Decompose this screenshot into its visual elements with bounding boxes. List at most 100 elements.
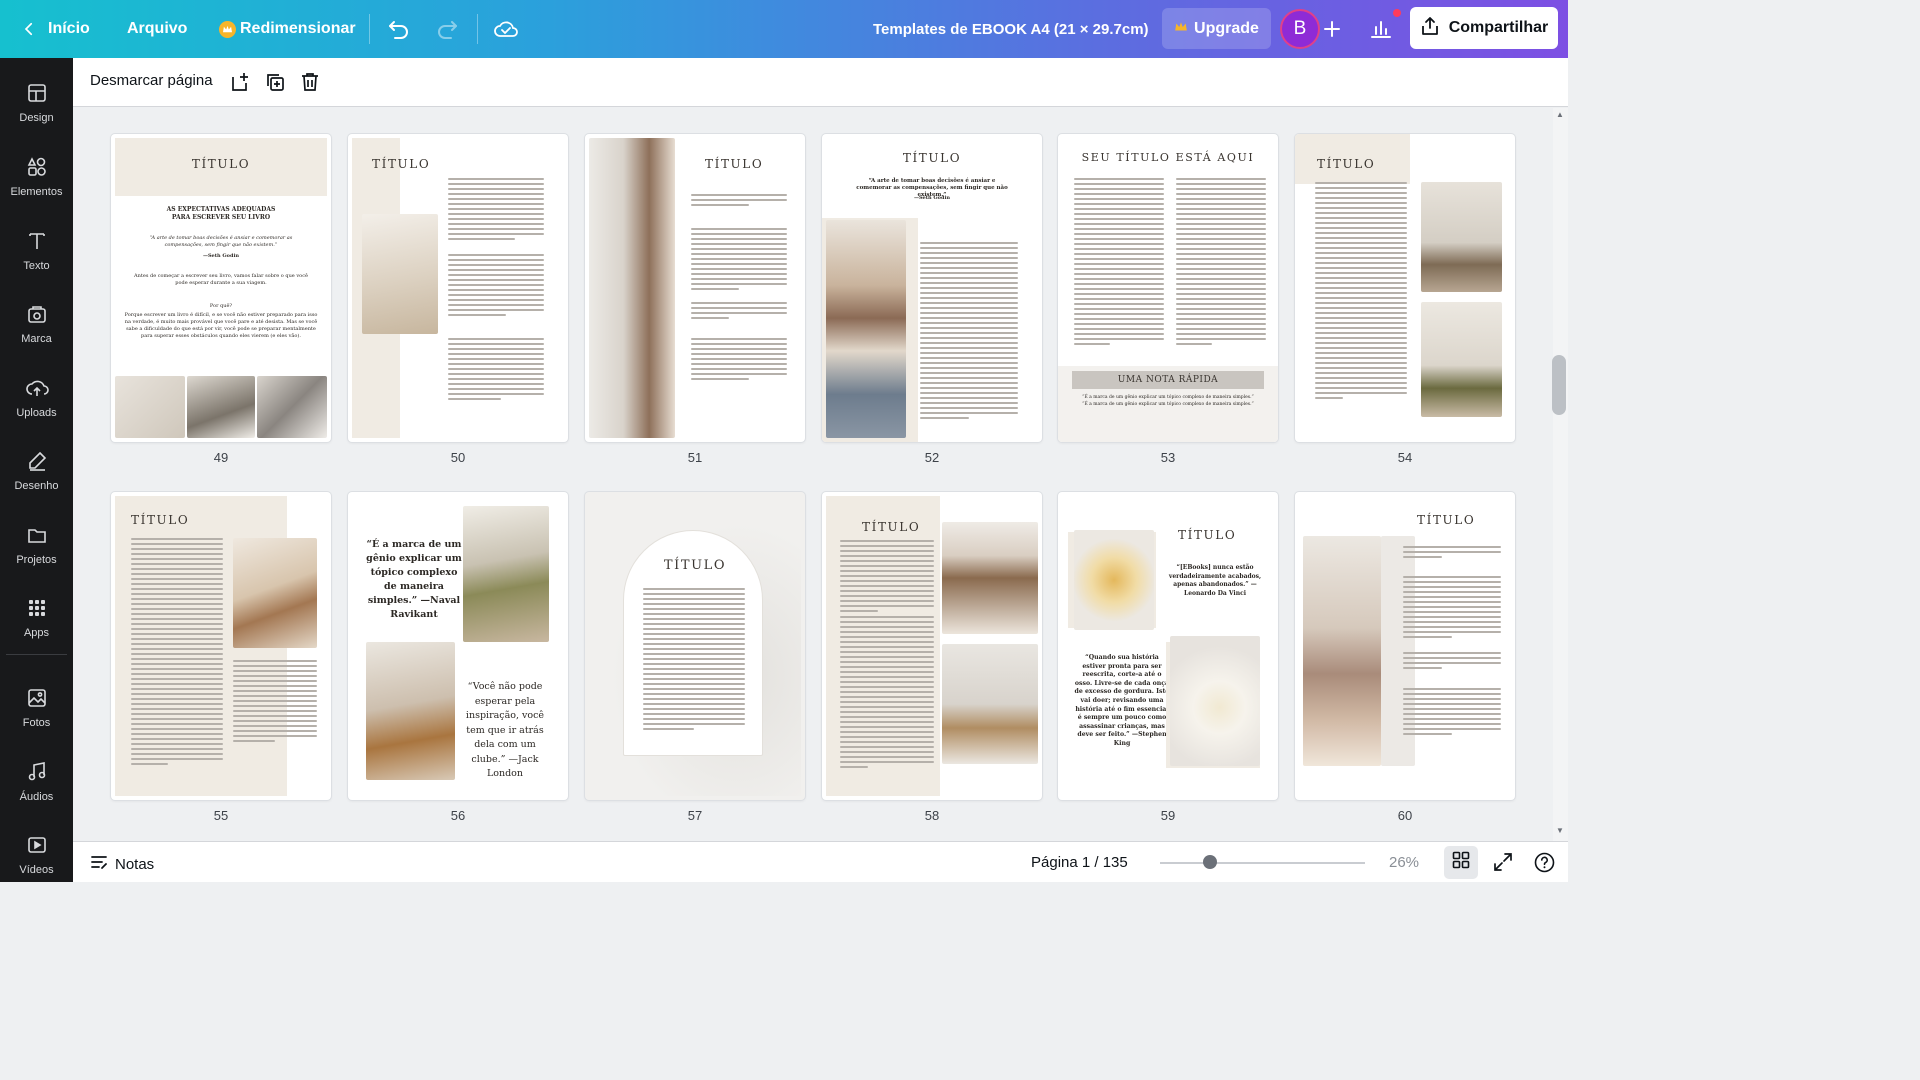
scrollbar-thumb[interactable]: [1552, 355, 1566, 415]
redo-icon: [435, 18, 459, 40]
sidebar-item-photos[interactable]: Fotos: [0, 673, 73, 743]
help-button[interactable]: [1534, 852, 1555, 878]
still-life-photo: [1421, 182, 1502, 292]
duplicate-page-button[interactable]: [264, 71, 286, 93]
sidebar-item-label: Áudios: [19, 791, 54, 803]
page-title: TÍTULO: [1317, 157, 1376, 171]
page-thumbnail-59[interactable]: TÍTULO “[EBooks] nunca estão verdadeiram…: [1058, 492, 1278, 800]
redo-button[interactable]: [435, 0, 459, 58]
page-thumbnail-55[interactable]: TÍTULO: [111, 492, 331, 800]
chevron-left-icon: [20, 20, 38, 38]
still-life-photo: [1421, 302, 1502, 417]
insights-button[interactable]: [1370, 0, 1392, 58]
notes-button[interactable]: Notas: [90, 853, 154, 875]
citrus-photo: [1074, 530, 1154, 630]
page-title: TÍTULO: [372, 157, 431, 171]
add-page-icon: [229, 73, 251, 97]
body-text-block: [448, 178, 544, 243]
body-text-block: [691, 194, 787, 209]
fullscreen-button[interactable]: [1493, 852, 1513, 877]
page-thumbnail-52[interactable]: TÍTULO “A arte de tomar boas decisões é …: [822, 134, 1042, 442]
page-indicator[interactable]: Página 1 / 135: [1031, 854, 1128, 871]
page-thumbnail-60[interactable]: TÍTULO: [1295, 492, 1515, 800]
page-number: 51: [687, 450, 703, 465]
page-thumbnail-53[interactable]: SEU TÍTULO ESTÁ AQUI UMA NOTA RÁPIDA “É …: [1058, 134, 1278, 442]
desk-photo: [115, 376, 185, 438]
sidebar-item-draw[interactable]: Desenho: [0, 436, 73, 506]
page-title: TÍTULO: [663, 558, 727, 573]
page-thumbnail-58[interactable]: TÍTULO: [822, 492, 1042, 800]
sidebar-item-label: Marca: [21, 333, 52, 345]
text-icon: [26, 230, 48, 255]
flower-photo: [1170, 636, 1260, 766]
page-number: 55: [213, 808, 229, 823]
undo-button[interactable]: [387, 0, 411, 58]
body-text-block: [448, 338, 544, 403]
scroll-up-icon: ▲: [1556, 110, 1564, 119]
plus-icon: [1323, 20, 1341, 38]
sidebar-item-label: Vídeos: [19, 864, 54, 876]
sidebar-item-projects[interactable]: Projetos: [0, 510, 73, 580]
delete-page-button[interactable]: [299, 71, 321, 93]
page-thumbnail-56[interactable]: “É a marca de um gênio explicar um tópic…: [348, 492, 568, 800]
sidebar-item-design[interactable]: Design: [0, 68, 73, 138]
page-body-text: Antes de começar a escrever seu livro, v…: [134, 273, 308, 286]
add-collaborator-button[interactable]: [1323, 0, 1341, 58]
sidebar-item-label: Uploads: [16, 407, 57, 419]
grid-view-button[interactable]: [1444, 846, 1478, 879]
page-thumbnail-50[interactable]: TÍTULO: [348, 134, 568, 442]
cloud-check-icon: [493, 18, 519, 40]
page-thumbnail-51[interactable]: TÍTULO: [585, 134, 805, 442]
share-button[interactable]: Compartilhar: [1410, 7, 1558, 49]
page-title: TÍTULO: [191, 157, 251, 171]
page-title: TÍTULO: [1417, 513, 1476, 527]
sidebar-item-videos[interactable]: Vídeos: [0, 820, 73, 890]
avatar[interactable]: B: [1280, 9, 1320, 49]
zoom-slider-track[interactable]: [1160, 862, 1365, 864]
notes-icon: [90, 853, 108, 875]
expand-icon: [1493, 853, 1513, 876]
notification-dot: [1393, 9, 1401, 17]
scroll-down-icon: ▼: [1556, 826, 1564, 835]
body-text-block: [1315, 182, 1407, 402]
page-body-text: Porque escrever um livro é difícil, e se…: [124, 312, 318, 339]
home-button[interactable]: Início: [20, 0, 90, 58]
mug-photo: [233, 538, 317, 648]
page-thumbnail-49[interactable]: TÍTULO AS EXPECTATIVAS ADEQUADAS PARA ES…: [111, 134, 331, 442]
sidebar-item-uploads[interactable]: Uploads: [0, 363, 73, 433]
sidebar-item-elements[interactable]: Elementos: [0, 142, 73, 212]
deselect-page-button[interactable]: Desmarcar página: [90, 72, 213, 89]
crown-icon: [219, 20, 236, 38]
body-text-block: [448, 254, 544, 319]
zoom-slider-knob[interactable]: [1203, 855, 1217, 869]
divider: [369, 14, 370, 44]
zoom-value[interactable]: 26%: [1389, 854, 1419, 871]
sidebar-item-apps[interactable]: Apps: [0, 583, 73, 653]
left-sidebar: Design Elementos Texto Marca Uploads Des…: [0, 58, 73, 882]
layout-icon: [26, 82, 48, 107]
file-menu-button[interactable]: Arquivo: [127, 0, 187, 58]
divider: [6, 654, 67, 655]
undo-icon: [387, 18, 411, 40]
vertical-scrollbar[interactable]: ▲ ▼: [1553, 108, 1568, 841]
sidebar-item-brand[interactable]: Marca: [0, 289, 73, 359]
upgrade-button[interactable]: Upgrade: [1162, 8, 1271, 49]
resize-label: Redimensionar: [240, 20, 356, 37]
flower-vase-photo: [1303, 536, 1381, 766]
trash-icon: [299, 73, 321, 97]
divider: [477, 14, 478, 44]
page-number: 50: [450, 450, 466, 465]
sidebar-item-text[interactable]: Texto: [0, 216, 73, 286]
cloud-save-status[interactable]: [493, 0, 519, 58]
page-thumbnail-54[interactable]: TÍTULO: [1295, 134, 1515, 442]
sidebar-item-audio[interactable]: Áudios: [0, 747, 73, 817]
note-text: “É a marca de um gênio explicar um tópic…: [1082, 395, 1254, 400]
document-title[interactable]: Templates de EBOOK A4 (21 × 29.7cm): [873, 0, 1149, 58]
add-page-button[interactable]: [229, 71, 251, 93]
page-quote: “[EBooks] nunca estão verdadeiramente ac…: [1168, 564, 1262, 597]
body-text-block: [840, 540, 934, 615]
page-title: TÍTULO: [131, 513, 190, 527]
page-grid-view[interactable]: TÍTULO AS EXPECTATIVAS ADEQUADAS PARA ES…: [73, 108, 1553, 841]
resize-button[interactable]: Redimensionar: [219, 0, 356, 58]
page-thumbnail-57[interactable]: TÍTULO: [585, 492, 805, 800]
